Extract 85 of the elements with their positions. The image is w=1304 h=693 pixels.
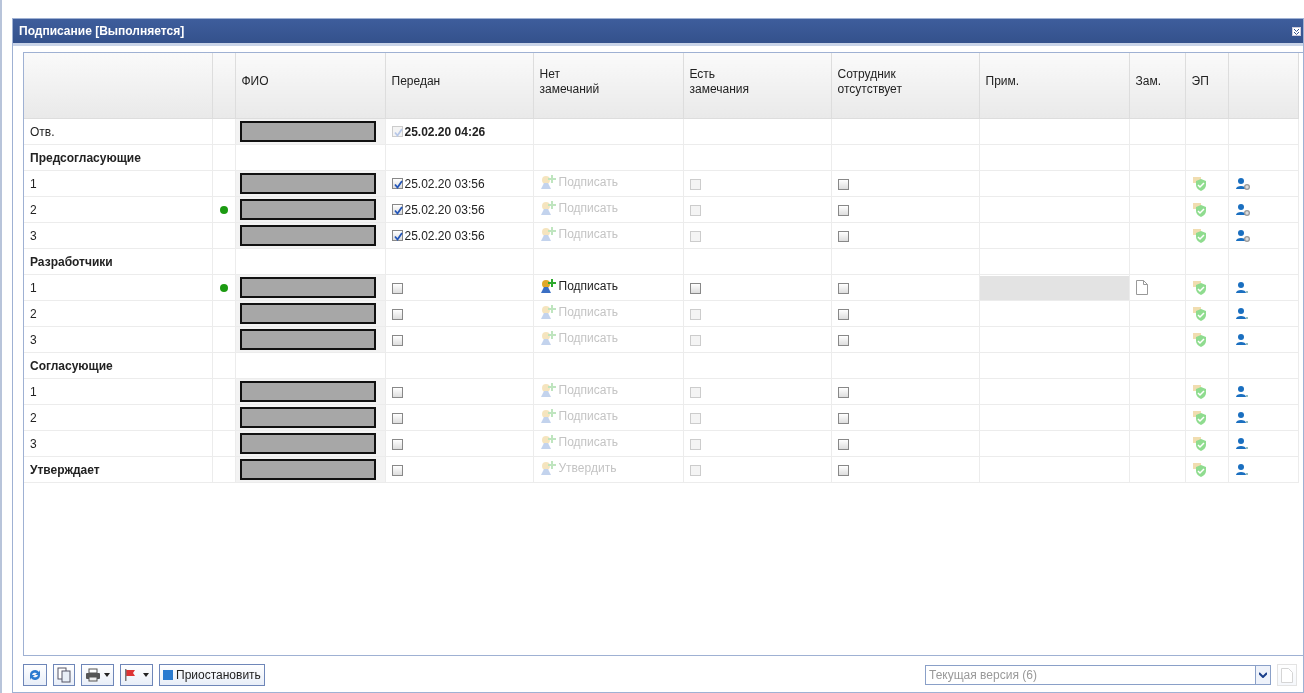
checkbox[interactable] bbox=[391, 438, 403, 450]
refresh-icon bbox=[27, 667, 43, 683]
role-label: Отв. bbox=[30, 124, 55, 139]
window-title: Подписание [Выполняется] bbox=[19, 24, 185, 38]
role-label: 3 bbox=[30, 332, 37, 347]
collapse-icon[interactable] bbox=[1292, 26, 1301, 36]
people-icon bbox=[539, 408, 556, 424]
checkbox[interactable] bbox=[391, 334, 403, 346]
checkbox[interactable] bbox=[391, 282, 403, 294]
copy-icon bbox=[57, 667, 71, 683]
checkbox[interactable] bbox=[837, 438, 849, 450]
group-label: Разработчики bbox=[30, 254, 113, 269]
checkbox[interactable] bbox=[837, 334, 849, 346]
people-icon bbox=[539, 226, 556, 242]
role-label: 2 bbox=[30, 410, 37, 425]
column-header: ЭП bbox=[1191, 74, 1210, 89]
copy-button[interactable] bbox=[53, 664, 75, 686]
user-icon[interactable] bbox=[1234, 280, 1251, 295]
checkbox[interactable] bbox=[837, 464, 849, 476]
user-icon[interactable] bbox=[1234, 176, 1251, 191]
checkbox[interactable] bbox=[391, 412, 403, 424]
document-icon[interactable] bbox=[1135, 280, 1148, 296]
people-icon bbox=[539, 330, 556, 346]
checkbox[interactable] bbox=[689, 282, 701, 294]
people-icon bbox=[539, 200, 556, 216]
square-icon bbox=[163, 670, 173, 680]
user-icon[interactable] bbox=[1234, 202, 1251, 217]
date-text: 25.02.20 03:56 bbox=[404, 202, 485, 217]
checkbox[interactable] bbox=[391, 204, 403, 216]
people-icon bbox=[539, 278, 556, 294]
checkbox[interactable] bbox=[837, 308, 849, 320]
role-label: Утверждает bbox=[30, 462, 100, 477]
caret-icon bbox=[1259, 672, 1267, 678]
checkbox[interactable] bbox=[391, 464, 403, 476]
pause-button[interactable]: Приостановить bbox=[159, 664, 265, 686]
user-icon[interactable] bbox=[1234, 228, 1251, 243]
user-icon[interactable] bbox=[1234, 436, 1251, 451]
column-header: Передан bbox=[391, 74, 442, 89]
role-label: 3 bbox=[30, 228, 37, 243]
people-icon bbox=[539, 174, 556, 190]
people-icon bbox=[539, 382, 556, 398]
column-header: Зам. bbox=[1135, 74, 1162, 89]
people-icon bbox=[539, 304, 556, 320]
people-icon bbox=[539, 460, 556, 476]
checkbox[interactable] bbox=[837, 230, 849, 242]
date-text: 25.02.20 04:26 bbox=[404, 124, 486, 139]
checkbox[interactable] bbox=[837, 386, 849, 398]
printer-icon bbox=[85, 668, 101, 682]
checkbox[interactable] bbox=[837, 282, 849, 294]
date-text: 25.02.20 03:56 bbox=[404, 176, 485, 191]
column-header: Прим. bbox=[985, 74, 1021, 89]
refresh-button[interactable] bbox=[23, 664, 47, 686]
role-label: 3 bbox=[30, 436, 37, 451]
date-text: 25.02.20 03:56 bbox=[404, 228, 485, 243]
column-header: Сотрудник отсутствует bbox=[837, 66, 903, 97]
print-button[interactable] bbox=[81, 664, 114, 686]
role-label: 1 bbox=[30, 280, 37, 295]
people-icon bbox=[539, 434, 556, 450]
user-icon[interactable] bbox=[1234, 332, 1251, 347]
role-label: 2 bbox=[30, 306, 37, 321]
role-label: 2 bbox=[30, 202, 37, 217]
checkbox[interactable] bbox=[391, 230, 403, 242]
role-label: 1 bbox=[30, 176, 37, 191]
checkbox[interactable] bbox=[837, 204, 849, 216]
user-icon[interactable] bbox=[1234, 384, 1251, 399]
checkbox[interactable] bbox=[391, 178, 403, 190]
column-header: Есть замечания bbox=[689, 66, 750, 97]
user-icon[interactable] bbox=[1234, 462, 1251, 477]
user-icon[interactable] bbox=[1234, 410, 1251, 425]
version-dropdown[interactable]: Текущая версия (6) bbox=[925, 665, 1271, 685]
checkbox[interactable] bbox=[391, 386, 403, 398]
note-field[interactable] bbox=[979, 275, 1129, 300]
flag-button[interactable] bbox=[120, 664, 153, 686]
checkbox[interactable] bbox=[391, 308, 403, 320]
checkbox[interactable] bbox=[837, 412, 849, 424]
checkbox[interactable] bbox=[837, 178, 849, 190]
column-header: Нет замечаний bbox=[539, 66, 601, 97]
group-label: Предсогласующие bbox=[30, 150, 141, 165]
document-icon bbox=[1281, 667, 1293, 683]
role-label: 1 bbox=[30, 384, 37, 399]
caret-icon bbox=[143, 673, 149, 677]
group-label: Согласующие bbox=[30, 358, 113, 373]
user-icon[interactable] bbox=[1234, 306, 1251, 321]
caret-icon bbox=[104, 673, 110, 677]
column-header: ФИО bbox=[241, 74, 270, 89]
